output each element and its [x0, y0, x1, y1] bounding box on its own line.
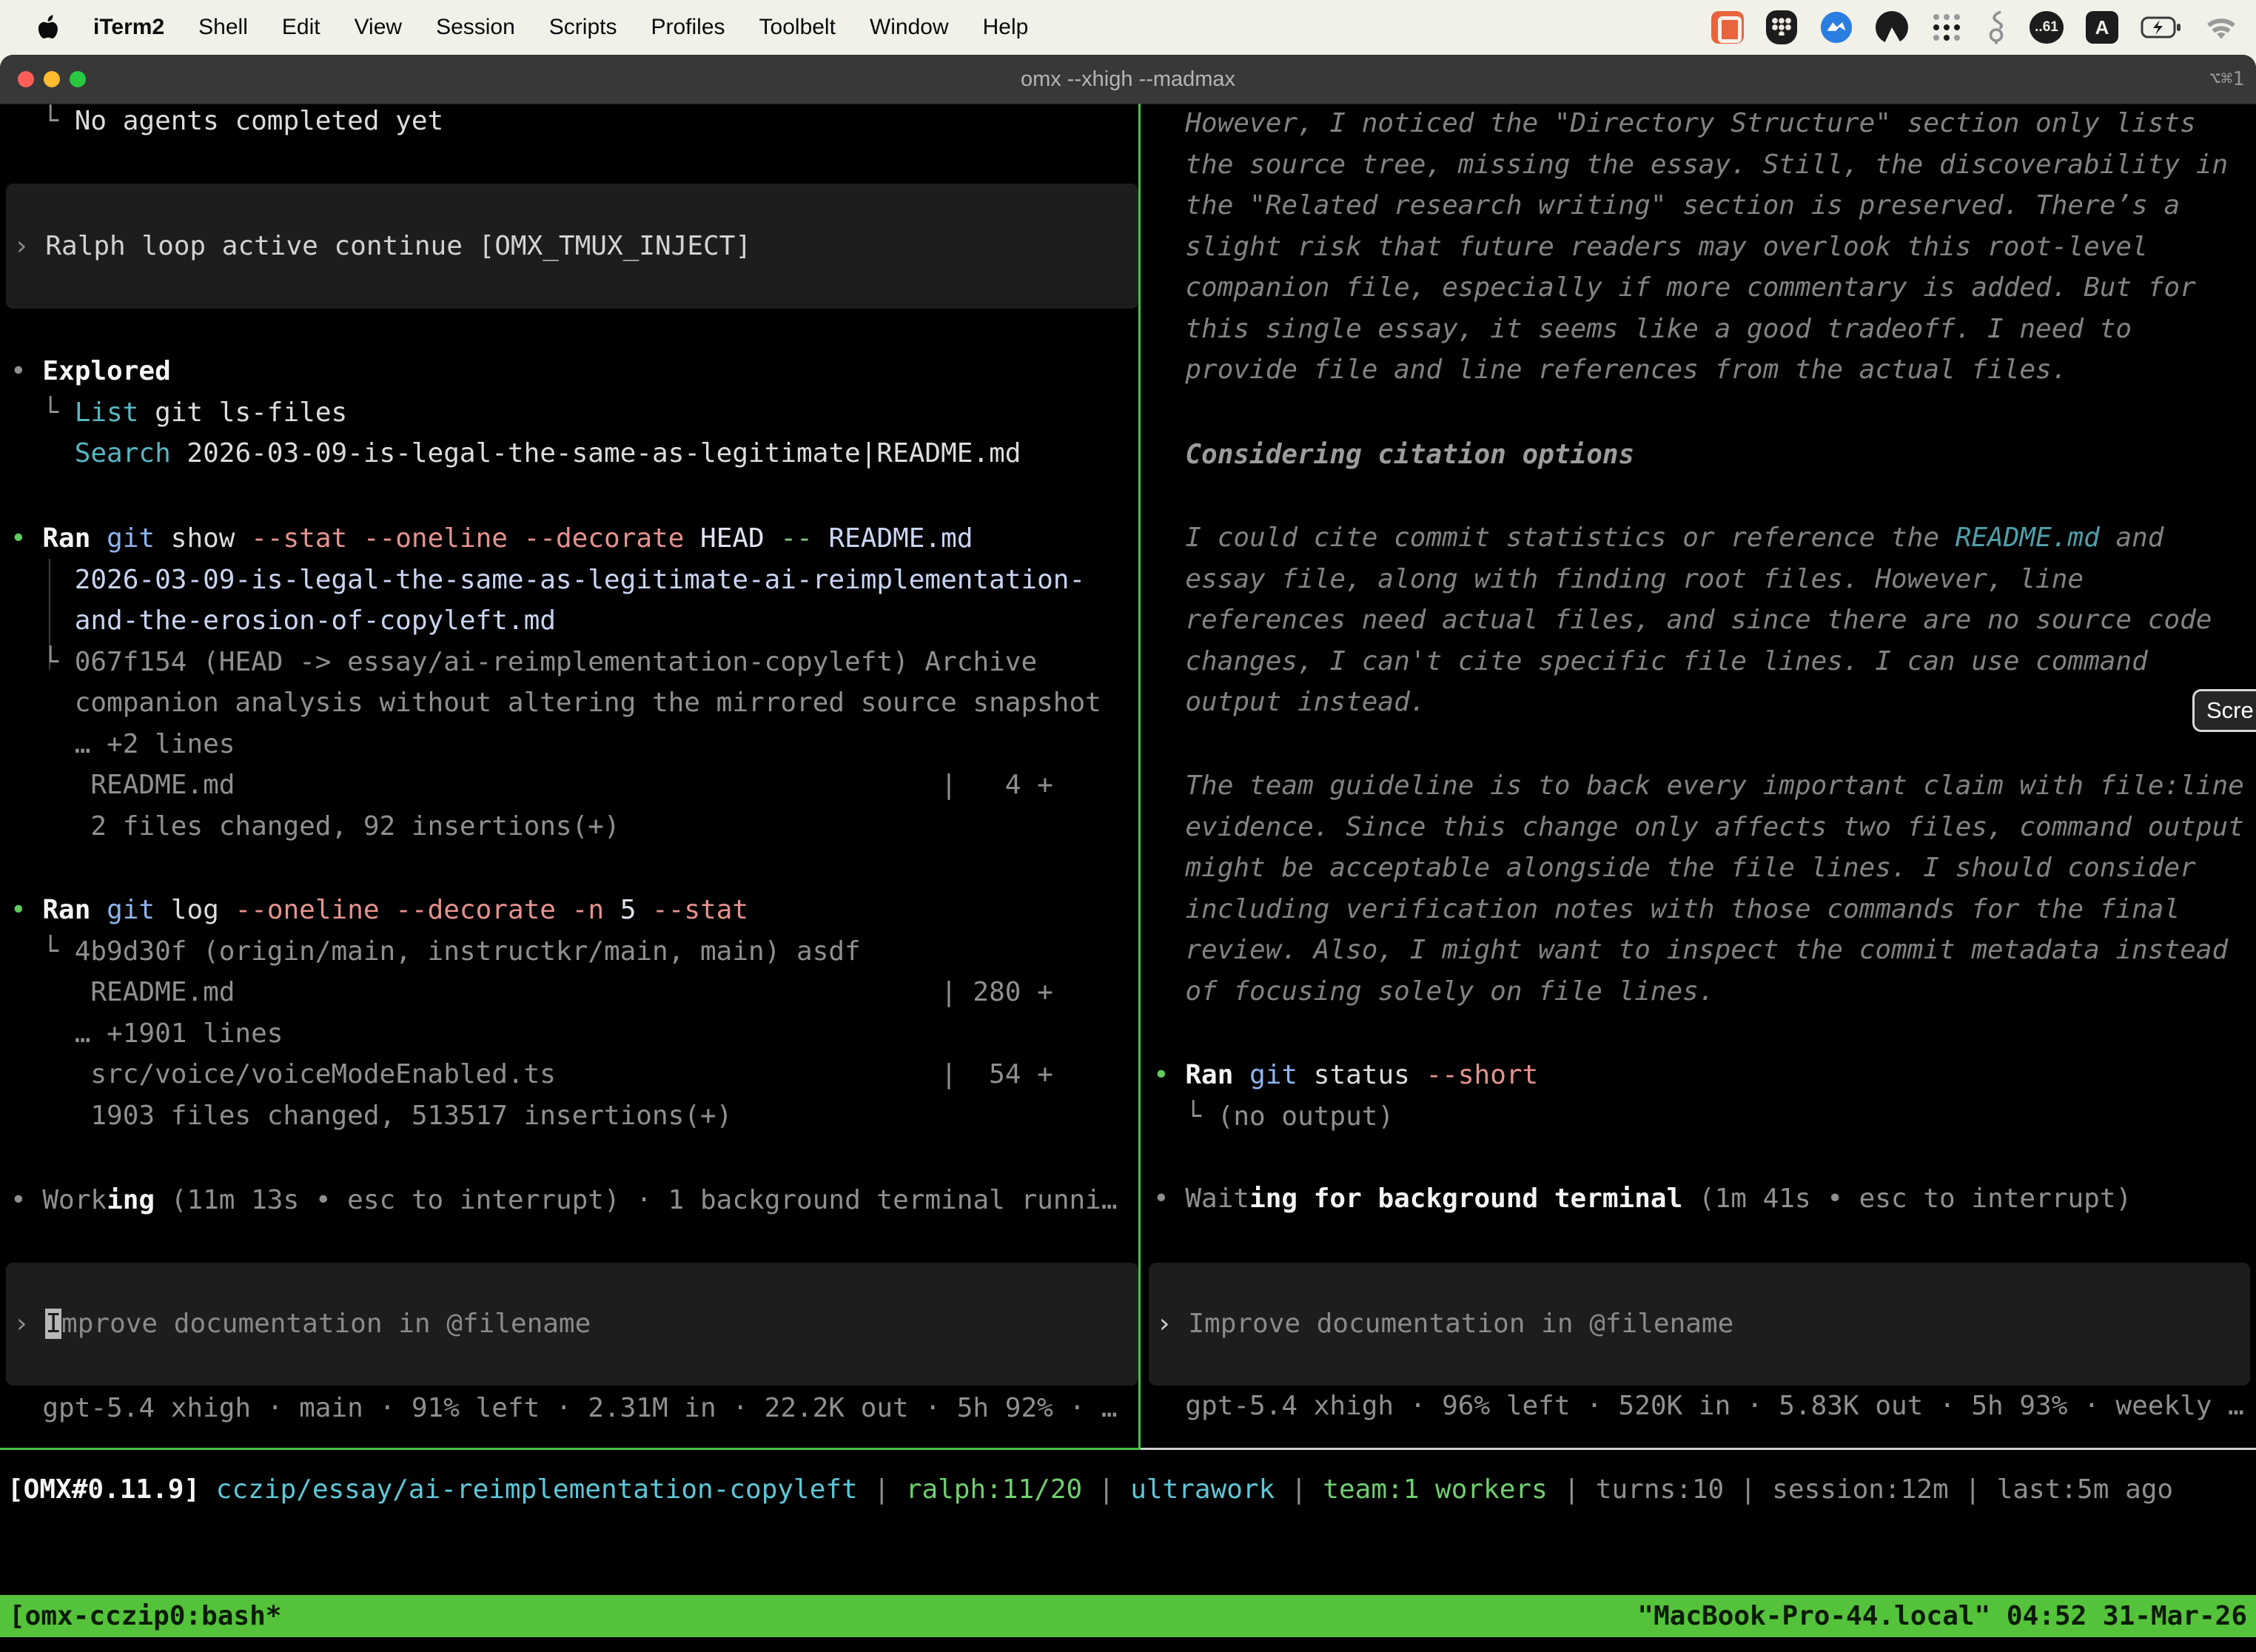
menu-item-scripts[interactable]: Scripts	[549, 15, 617, 40]
wifi-icon[interactable]	[2204, 14, 2238, 41]
thinking-paragraph-1: However, I noticed the "Directory Struct…	[1143, 103, 2256, 391]
battery-icon[interactable]	[2141, 16, 2182, 38]
menu-status-icons: ..61 A	[1711, 10, 2238, 45]
menu-item-profiles[interactable]: Profiles	[651, 15, 725, 40]
ralph-loop-text: › Ralph loop active continue [OMX_TMUX_I…	[13, 226, 751, 267]
right-prompt-input[interactable]: › Improve documentation in @filename	[1149, 1263, 2250, 1386]
tmux-status-bar: [omx-cczip0:bash* "MacBook-Pro-44.local"…	[0, 1595, 2256, 1637]
no-agents-line: └ No agents completed yet	[0, 101, 1149, 142]
shield-grid-icon[interactable]	[1766, 10, 1797, 44]
window-shortcut-hint: ⌥⌘1	[2209, 55, 2244, 104]
menu-item-shell[interactable]: Shell	[198, 15, 248, 40]
thinking-paragraph-3: The team guideline is to back every impo…	[1143, 765, 2256, 1012]
chat-app-icon[interactable]	[1711, 11, 1744, 44]
kagi-icon[interactable]	[1876, 11, 1908, 44]
git-show-command-block: • Ran git show --stat --oneline --decora…	[0, 518, 1149, 847]
explored-block: • Explored └ List git ls-files Search 20…	[0, 351, 1149, 474]
apple-logo-icon[interactable]	[37, 14, 59, 41]
git-status-command-block: • Ran git status --short └ (no output)	[1143, 1055, 2256, 1137]
tmux-session-label: [omx-cczip0:bash*	[9, 1601, 281, 1631]
git-log-command-block: • Ran git log --oneline --decorate -n 5 …	[0, 890, 1149, 1136]
menu-item-iterm2[interactable]: iTerm2	[93, 15, 164, 40]
window-title: omx --xhigh --madmax	[0, 55, 2256, 104]
dots-grid-icon[interactable]	[1930, 11, 1963, 44]
menu-bar: iTerm2 Shell Edit View Session Scripts P…	[0, 0, 2256, 55]
thinking-paragraph-2: I could cite commit statistics or refere…	[1143, 517, 2256, 723]
menu-item-help[interactable]: Help	[983, 15, 1029, 40]
left-model-status-line: gpt-5.4 xhigh · main · 91% left · 2.31M …	[0, 1388, 1149, 1429]
right-model-status-line: gpt-5.4 xhigh · 96% left · 520K in · 5.8…	[1143, 1386, 2256, 1427]
left-pane-border	[0, 1448, 1141, 1450]
right-pane-border	[1141, 1448, 2256, 1450]
thinking-heading: Considering citation options	[1143, 434, 2256, 476]
menu-item-session[interactable]: Session	[436, 15, 515, 40]
tmux-host-clock: "MacBook-Pro-44.local" 04:52 31-Mar-26	[1637, 1601, 2247, 1631]
pane-divider[interactable]	[1138, 104, 1141, 1448]
window-title-bar: omx --xhigh --madmax ⌥⌘1	[0, 55, 2256, 104]
screen-tooltip: Scre	[2192, 689, 2256, 732]
a-square-icon[interactable]: A	[2086, 11, 2118, 44]
omx-status-bar: [OMX#0.11.9] cczip/essay/ai-reimplementa…	[0, 1469, 2256, 1511]
count-badge-icon[interactable]: ..61	[2030, 11, 2064, 44]
waiting-status-line: • Waiting for background terminal (1m 41…	[1143, 1178, 2256, 1220]
menu-item-edit[interactable]: Edit	[282, 15, 320, 40]
menu-item-view[interactable]: View	[355, 15, 402, 40]
left-prompt-placeholder: › Improve documentation in @filename	[13, 1303, 591, 1345]
iterm-window: omx --xhigh --madmax ⌥⌘1 └ No agents com…	[0, 55, 2256, 1652]
screen-tooltip-text: Scre	[2206, 697, 2254, 724]
messenger-icon[interactable]	[1819, 10, 1853, 44]
left-prompt-input[interactable]: › Improve documentation in @filename	[6, 1263, 1138, 1386]
menu-item-toolbelt[interactable]: Toolbelt	[759, 15, 836, 40]
hook-icon[interactable]	[1985, 10, 2007, 45]
working-status-line: • Working (11m 13s • esc to interrupt) ·…	[0, 1180, 1149, 1221]
ralph-loop-banner: › Ralph loop active continue [OMX_TMUX_I…	[6, 184, 1138, 309]
right-prompt-placeholder: › Improve documentation in @filename	[1156, 1303, 1733, 1345]
menu-item-window[interactable]: Window	[870, 15, 949, 40]
